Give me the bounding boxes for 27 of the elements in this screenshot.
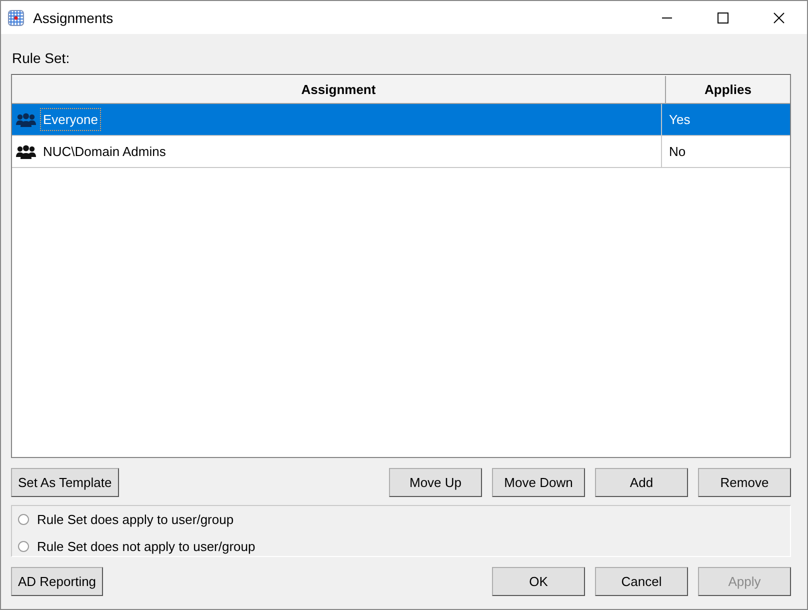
rule-set-label: Rule Set: <box>12 50 70 66</box>
radio-label[interactable]: Rule Set does apply to user/group <box>37 512 234 527</box>
radio-label[interactable]: Rule Set does not apply to user/group <box>37 539 256 554</box>
ad-reporting-button[interactable]: AD Reporting <box>11 567 104 596</box>
table-row[interactable]: Everyone Yes <box>12 104 790 136</box>
close-icon[interactable] <box>773 12 785 24</box>
table-row[interactable]: NUC\Domain Admins No <box>12 136 790 168</box>
radio-button[interactable] <box>18 514 29 525</box>
dialog-button[interactable]: Cancel <box>595 567 688 596</box>
group-icon <box>16 144 36 158</box>
list-action-button[interactable]: Add <box>595 468 688 497</box>
list-action-button[interactable]: Move Up <box>389 468 482 497</box>
list-action-button[interactable]: Move Down <box>492 468 585 497</box>
maximize-icon[interactable] <box>717 12 729 24</box>
grid-icon <box>8 10 24 26</box>
window-title: Assignments <box>33 10 114 26</box>
list-action-button[interactable]: Remove <box>698 468 791 497</box>
table-cell-text: Yes <box>668 111 692 129</box>
set-as-template-button[interactable]: Set As Template <box>11 468 119 497</box>
radio-button[interactable] <box>18 541 29 552</box>
column-header[interactable]: Assignment <box>12 76 666 103</box>
column-header[interactable]: Applies <box>666 76 790 103</box>
table-cell-text: NUC\Domain Admins <box>42 143 167 161</box>
table-cell-text: No <box>668 143 687 161</box>
dialog-button[interactable]: OK <box>492 567 585 596</box>
group-icon <box>16 112 36 126</box>
table-cell: Everyone <box>40 108 101 131</box>
